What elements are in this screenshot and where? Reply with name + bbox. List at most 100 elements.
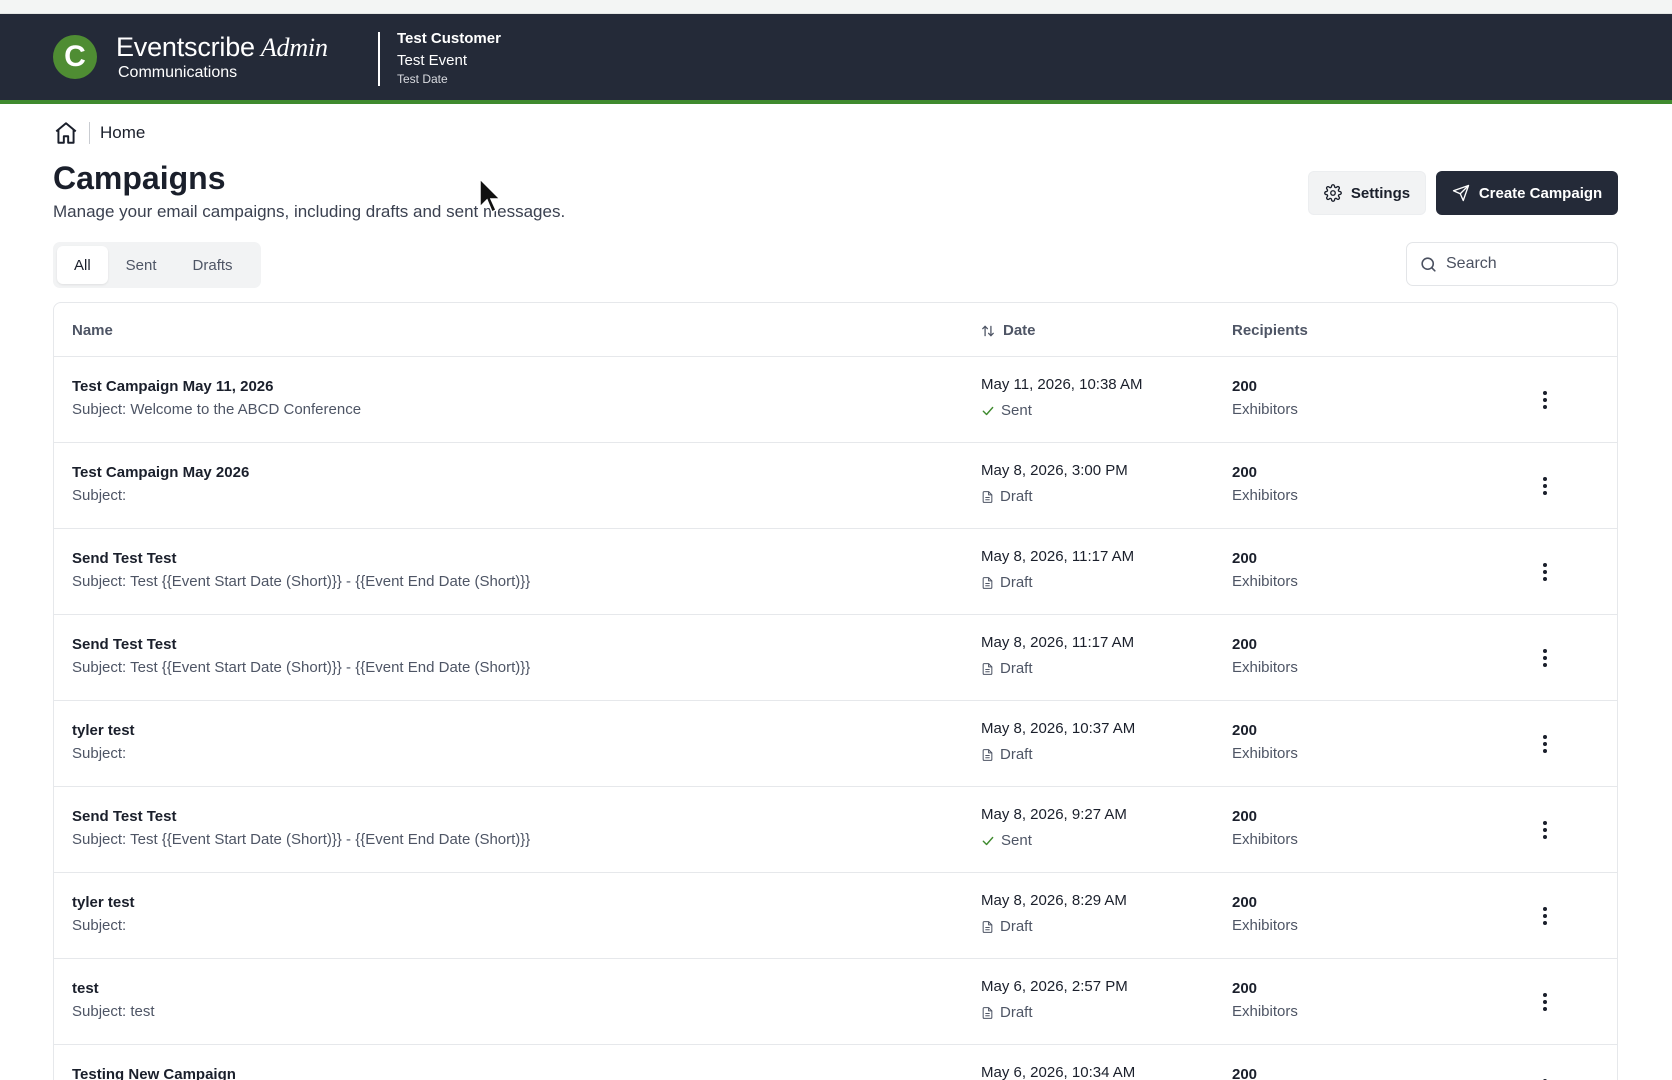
campaign-name[interactable]: tyler test — [72, 722, 135, 739]
more-options-icon[interactable] — [1530, 557, 1560, 587]
campaign-date: May 8, 2026, 9:27 AM — [981, 806, 1127, 823]
tab-sent[interactable]: Sent — [108, 246, 175, 284]
more-options-icon[interactable] — [1530, 1073, 1560, 1080]
send-icon — [1452, 184, 1469, 202]
customer-name: Test Customer — [397, 30, 501, 47]
table-row[interactable]: Send Test Test Subject: Test {{Event Star… — [54, 787, 1617, 873]
draft-document-icon — [981, 662, 994, 676]
recipient-count: 200 — [1232, 378, 1258, 395]
campaign-name[interactable]: Send Test Test — [72, 636, 176, 653]
campaign-subject: Subject: Welcome to the ABCD Conference — [72, 401, 362, 418]
status-label: Draft — [1000, 574, 1033, 591]
more-options-icon[interactable] — [1530, 901, 1560, 931]
brand-title: Eventscribe Admin — [116, 32, 328, 63]
campaign-date: May 8, 2026, 11:17 AM — [981, 548, 1135, 565]
campaign-date: May 6, 2026, 2:57 PM — [981, 978, 1128, 995]
recipient-group: Exhibitors — [1232, 401, 1298, 418]
recipient-count: 200 — [1232, 808, 1258, 825]
recipient-count: 200 — [1232, 636, 1258, 653]
more-options-icon[interactable] — [1530, 471, 1560, 501]
campaigns-table: Name Date Recipients Test Campaign May 1… — [53, 302, 1618, 1080]
campaign-name[interactable]: Send Test Test — [72, 808, 176, 825]
settings-button[interactable]: Settings — [1308, 171, 1426, 215]
table-row[interactable]: tyler test Subject: May 8, 2026, 8:29 AM Dr… — [54, 873, 1617, 959]
draft-document-icon — [981, 1006, 994, 1020]
status-label: Sent — [1001, 402, 1032, 419]
table-row[interactable]: Send Test Test Subject: Test {{Event Star… — [54, 615, 1617, 701]
campaign-name[interactable]: test — [72, 980, 99, 997]
brand-subtitle: Communications — [118, 64, 238, 81]
search-input[interactable] — [1446, 255, 1606, 273]
table-row[interactable]: Testing New Campaign May 6, 2026, 10:34 A… — [54, 1045, 1617, 1080]
campaign-name[interactable]: Testing New Campaign — [72, 1066, 236, 1080]
table-row[interactable]: test Subject: test May 6, 2026, 2:57 PM Dra… — [54, 959, 1617, 1045]
status-label: Draft — [1000, 746, 1033, 763]
settings-label: Settings — [1350, 184, 1411, 202]
gear-icon — [1324, 184, 1342, 202]
more-options-icon[interactable] — [1530, 987, 1560, 1017]
recipient-count: 200 — [1232, 1066, 1258, 1080]
campaign-date: May 6, 2026, 10:34 AM — [981, 1064, 1136, 1080]
campaign-subject: Subject: Test {{Event Start Date (Short)… — [72, 573, 531, 590]
campaign-subject: Subject: — [72, 487, 127, 504]
status-badge: Draft — [981, 1004, 1033, 1021]
column-header-date[interactable]: Date — [981, 322, 1036, 339]
status-label: Draft — [1000, 660, 1033, 677]
mouse-cursor-icon — [479, 177, 502, 214]
create-campaign-label: Create Campaign — [1478, 184, 1603, 202]
more-options-icon[interactable] — [1530, 385, 1560, 415]
campaign-subject: Subject: — [72, 917, 127, 934]
recipient-group: Exhibitors — [1232, 573, 1298, 590]
campaign-date: May 8, 2026, 3:00 PM — [981, 462, 1128, 479]
search-icon — [1421, 256, 1436, 272]
recipient-group: Exhibitors — [1232, 659, 1298, 676]
draft-document-icon — [981, 748, 994, 762]
more-options-icon[interactable] — [1530, 643, 1560, 673]
draft-document-icon — [981, 920, 994, 934]
campaign-date: May 8, 2026, 11:17 AM — [981, 634, 1135, 651]
recipient-count: 200 — [1232, 464, 1258, 481]
status-label: Draft — [1000, 488, 1033, 505]
recipient-group: Exhibitors — [1232, 1003, 1298, 1020]
campaign-subject: Subject: — [72, 745, 127, 762]
campaign-date: May 8, 2026, 10:37 AM — [981, 720, 1136, 737]
create-campaign-button[interactable]: Create Campaign — [1436, 171, 1618, 215]
campaign-name[interactable]: Send Test Test — [72, 550, 176, 567]
home-icon[interactable] — [53, 120, 79, 146]
table-row[interactable]: Send Test Test Subject: Test {{Event Star… — [54, 529, 1617, 615]
brand-name: Eventscribe — [116, 32, 255, 62]
status-badge: Draft — [981, 488, 1033, 505]
status-badge: Sent — [981, 402, 1032, 419]
status-badge: Draft — [981, 660, 1033, 677]
recipient-count: 200 — [1232, 550, 1258, 567]
event-name: Test Event — [397, 52, 468, 69]
campaign-subject: Subject: Test {{Event Start Date (Short)… — [72, 831, 531, 848]
campaign-subject: Subject: test — [72, 1003, 155, 1020]
breadcrumb-separator — [89, 122, 90, 144]
campaign-name[interactable]: tyler test — [72, 894, 135, 911]
header-divider — [378, 32, 380, 86]
recipient-group: Exhibitors — [1232, 917, 1298, 934]
more-options-icon[interactable] — [1530, 815, 1560, 845]
column-header-recipients: Recipients — [1232, 322, 1308, 339]
recipient-group: Exhibitors — [1232, 487, 1298, 504]
logo-icon: C — [53, 35, 97, 79]
tab-all[interactable]: All — [57, 246, 108, 284]
status-label: Draft — [1000, 918, 1033, 935]
recipient-group: Exhibitors — [1232, 745, 1298, 762]
check-icon — [981, 404, 995, 418]
status-label: Draft — [1000, 1004, 1033, 1021]
table-row[interactable]: Test Campaign May 2026 Subject: May 8, 202… — [54, 443, 1617, 529]
app-header: C Eventscribe Admin Communications Test C… — [0, 14, 1672, 104]
status-badge: Draft — [981, 574, 1033, 591]
campaign-name[interactable]: Test Campaign May 11, 2026 — [72, 378, 273, 395]
tab-drafts[interactable]: Drafts — [175, 246, 251, 284]
breadcrumb-home[interactable]: Home — [100, 123, 145, 143]
campaign-name[interactable]: Test Campaign May 2026 — [72, 464, 249, 481]
campaign-date: May 11, 2026, 10:38 AM — [981, 376, 1143, 393]
more-options-icon[interactable] — [1530, 729, 1560, 759]
table-row[interactable]: Test Campaign May 11, 2026 Subject: Welco… — [54, 357, 1617, 443]
table-row[interactable]: tyler test Subject: May 8, 2026, 10:37 AM D… — [54, 701, 1617, 787]
column-header-date-label: Date — [1003, 322, 1036, 339]
recipient-count: 200 — [1232, 980, 1258, 997]
